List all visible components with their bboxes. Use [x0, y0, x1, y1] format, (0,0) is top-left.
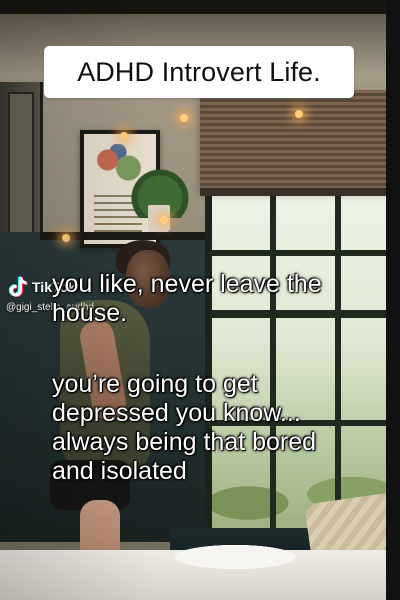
caption-line: always being that bored: [52, 428, 317, 456]
caption-line: you’re going to get: [52, 370, 258, 398]
caption-line: house.: [52, 299, 128, 327]
title-card: ADHD Introvert Life.: [44, 46, 354, 98]
light-bulb: [62, 234, 70, 242]
caption-line: you like, never leave the: [52, 270, 322, 298]
light-bulb: [295, 110, 303, 118]
caption-block-2: you’re going to get depressed you know..…: [52, 370, 316, 486]
light-bulb: [120, 132, 128, 140]
title-text: ADHD Introvert Life.: [77, 56, 321, 87]
bed: [0, 542, 400, 600]
tiktok-music-note-icon: [8, 276, 28, 298]
right-edge: [386, 0, 400, 600]
caption-block-1: you like, never leave the house.: [52, 270, 322, 328]
string-lights: [40, 86, 400, 256]
top-edge: [0, 0, 400, 14]
light-bulb: [180, 114, 188, 122]
wall-mirror: [0, 82, 43, 242]
caption-line: depressed you know...: [52, 399, 301, 427]
caption-line: and isolated: [52, 457, 187, 485]
light-bulb: [160, 216, 168, 224]
